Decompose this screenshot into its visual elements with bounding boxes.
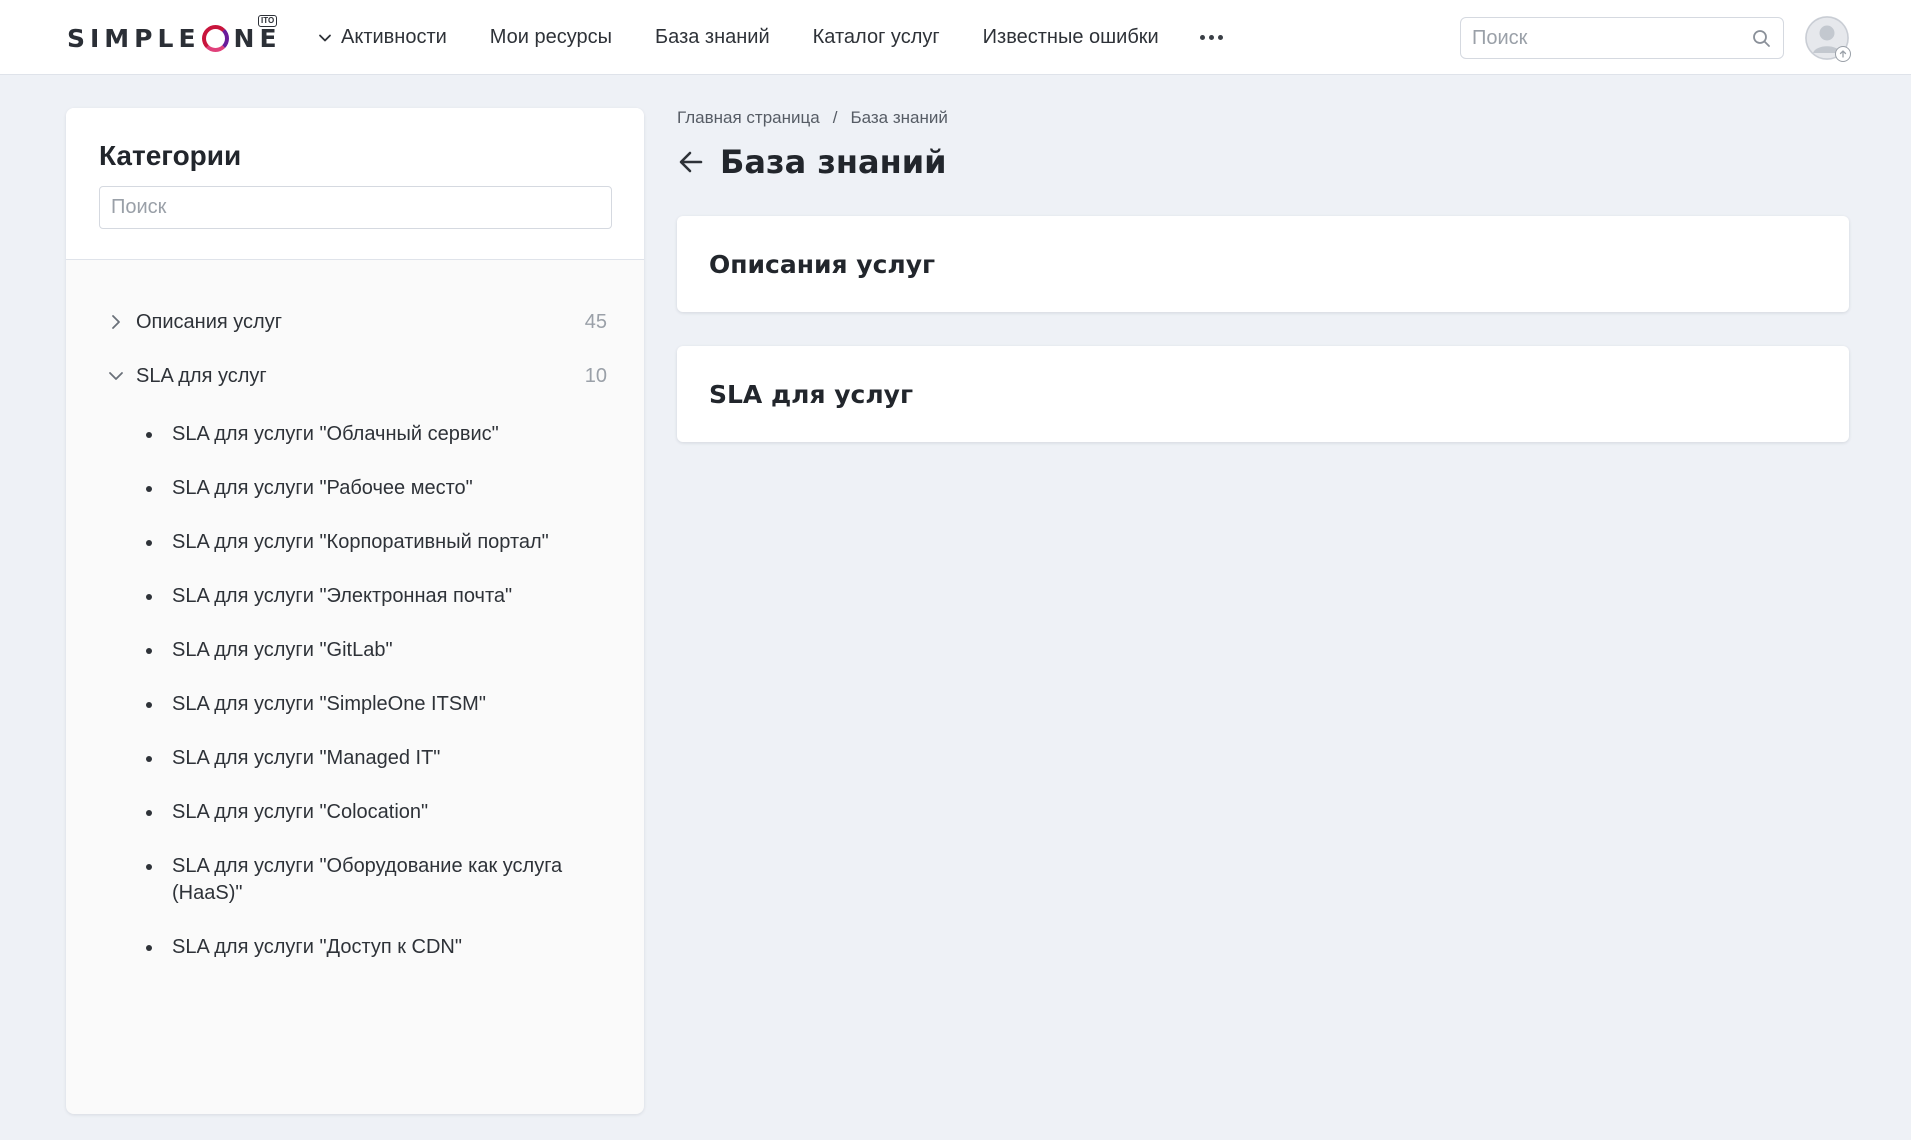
chevron-down-icon <box>318 31 332 45</box>
card-sla[interactable]: SLA для услуг <box>677 346 1849 442</box>
category-count: 10 <box>584 364 607 387</box>
avatar-status-icon <box>1835 46 1851 62</box>
sla-item-haas[interactable]: SLA для услуги "Оборудование как услуга … <box>146 853 584 907</box>
more-horizontal-icon[interactable] <box>1199 35 1223 40</box>
sidebar-title: Категории <box>99 140 242 171</box>
sla-item-cdn[interactable]: SLA для услуги "Доступ к CDN" <box>146 934 584 961</box>
header-search <box>1460 17 1784 59</box>
card-title: SLA для услуг <box>709 379 914 409</box>
nav-known-errors[interactable]: Известные ошибки <box>983 26 1159 49</box>
card-title: Описания услуг <box>709 249 936 279</box>
sidebar-header: Категории <box>66 108 644 260</box>
card-service-descriptions[interactable]: Описания услуг <box>677 216 1849 312</box>
breadcrumb: Главная страница / База знаний <box>677 108 948 128</box>
category-search-input[interactable] <box>100 187 611 228</box>
sla-item-workplace[interactable]: SLA для услуги "Рабочее место" <box>146 475 584 502</box>
nav-my-resources-label: Мои ресурсы <box>489 26 613 48</box>
sla-item-gitlab[interactable]: SLA для услуги "GitLab" <box>146 637 584 664</box>
logo-text-mid: E <box>178 23 201 53</box>
page-heading: База знаний <box>678 140 947 184</box>
chevron-right-icon[interactable] <box>106 314 126 330</box>
nav-activities-label: Активности <box>341 26 447 48</box>
top-header: SIMPL E NE ITO Активности Мои ресурсы База… <box>0 0 1911 75</box>
nav-service-catalog-label: Каталог услуг <box>812 26 940 48</box>
sla-item-email[interactable]: SLA для услуги "Электронная почта" <box>146 583 584 610</box>
breadcrumb-knowledge-base[interactable]: База знаний <box>850 108 947 128</box>
category-sla[interactable]: SLA для услуг 10 <box>66 349 644 403</box>
nav-knowledge-base-label: База знаний <box>655 26 770 48</box>
category-tree: Описания услуг 45 SLA для услуг 10 SLA д… <box>66 260 644 961</box>
search-icon[interactable] <box>1752 29 1771 53</box>
category-count: 45 <box>584 310 607 333</box>
breadcrumb-home[interactable]: Главная страница <box>677 108 820 128</box>
logo-text-left: SIMPL <box>67 23 179 53</box>
header-search-input[interactable] <box>1461 18 1741 58</box>
nav-service-catalog[interactable]: Каталог услуг <box>813 26 940 49</box>
sla-item-cloud-service[interactable]: SLA для услуги "Облачный сервис" <box>146 421 584 448</box>
nav-activities[interactable]: Активности <box>318 26 447 49</box>
logo-badge: ITO <box>258 15 278 27</box>
page-title: База знаний <box>720 143 947 181</box>
nav-my-resources[interactable]: Мои ресурсы <box>490 26 612 49</box>
category-label: SLA для услуг <box>136 364 267 387</box>
main-nav: Активности Мои ресурсы База знаний Катал… <box>318 0 1223 75</box>
sla-item-managed-it[interactable]: SLA для услуги "Managed IT" <box>146 745 584 772</box>
chevron-down-icon[interactable] <box>106 370 126 382</box>
categories-sidebar: Категории Описания услуг 45 SLA для услу… <box>66 108 644 1114</box>
sla-item-colocation[interactable]: SLA для услуги "Colocation" <box>146 799 584 826</box>
nav-known-errors-label: Известные ошибки <box>982 26 1159 48</box>
logo-text-right: NE <box>233 23 282 53</box>
category-service-descriptions[interactable]: Описания услуг 45 <box>66 295 644 349</box>
sla-item-simpleone-itsm[interactable]: SLA для услуги "SimpleOne ITSM" <box>146 691 584 718</box>
sla-subcategory-list: SLA для услуги "Облачный сервис" SLA для… <box>66 421 644 961</box>
category-label: Описания услуг <box>136 310 283 333</box>
breadcrumb-separator: / <box>832 108 838 127</box>
category-search <box>99 186 612 229</box>
nav-knowledge-base[interactable]: База знаний <box>655 26 770 49</box>
simpleone-logo[interactable]: SIMPL E NE <box>67 22 282 54</box>
arrow-left-icon[interactable] <box>678 150 704 174</box>
sla-item-corporate-portal[interactable]: SLA для услуги "Корпоративный портал" <box>146 529 584 556</box>
logo-ring-icon <box>201 24 229 52</box>
